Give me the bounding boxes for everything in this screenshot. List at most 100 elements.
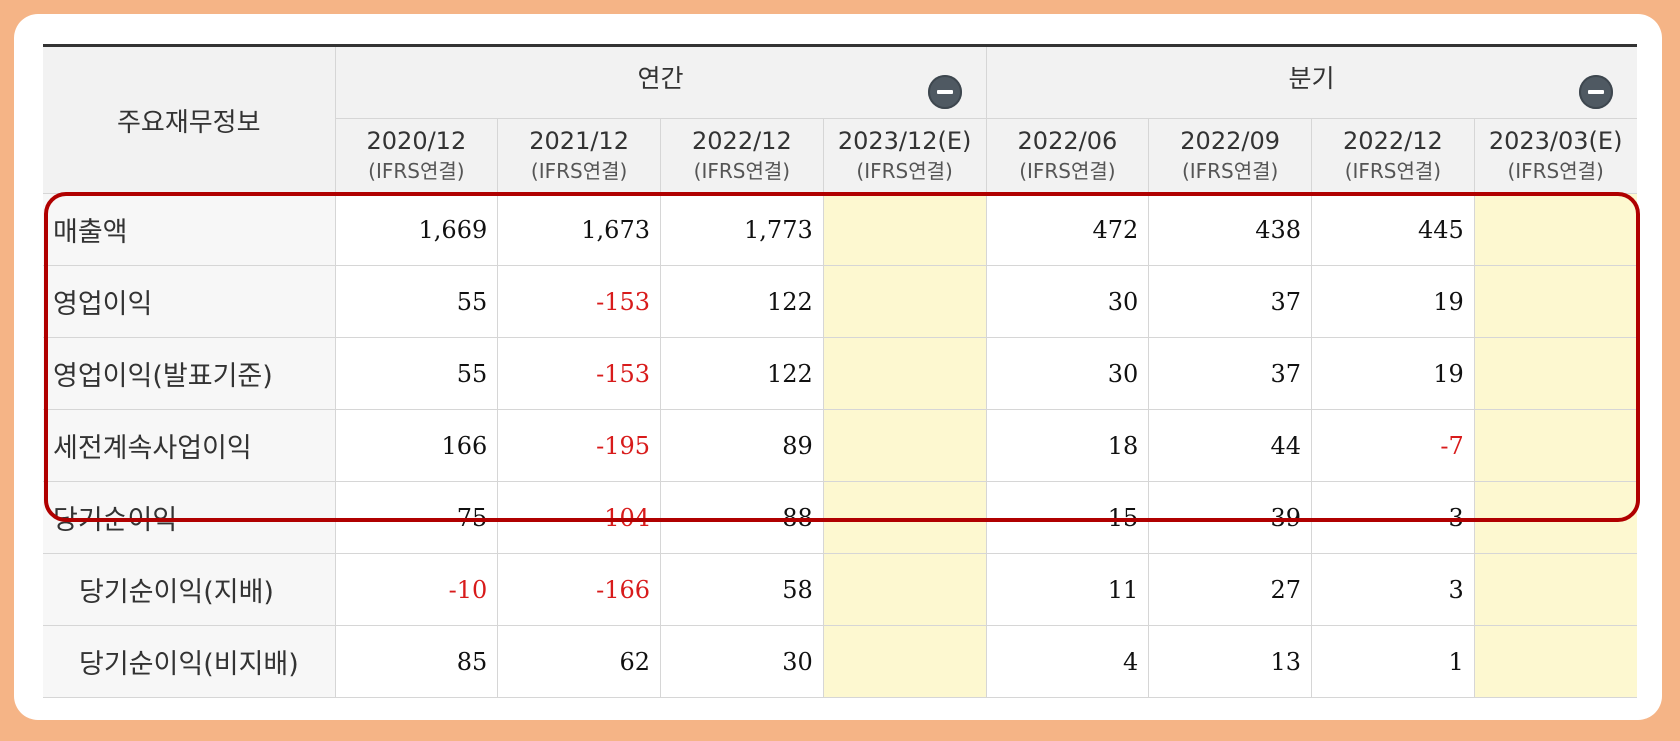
table-cell: -10	[335, 553, 499, 626]
table-cell	[823, 553, 987, 626]
table-row: 영업이익(발표기준) 55 -153 122 30 37 19	[43, 337, 1637, 410]
table-cell: 1,669	[335, 193, 499, 266]
table-cell: 166	[335, 409, 499, 482]
period-type: (IFRS연결)	[693, 159, 791, 183]
table-cell: -153	[497, 337, 661, 410]
table-cell: 30	[986, 265, 1150, 338]
table-cell: 44	[1148, 409, 1313, 482]
table-cell	[1474, 193, 1637, 266]
period-date: 2022/09	[1180, 127, 1280, 155]
table-cell: 37	[1148, 337, 1313, 410]
table-cell: 27	[1148, 553, 1313, 626]
period-date: 2022/12	[1343, 127, 1443, 155]
table-cell: 472	[986, 193, 1150, 266]
table-cell: 11	[986, 553, 1150, 626]
table-cell	[1474, 409, 1637, 482]
table-cell: -104	[497, 481, 661, 554]
table-cell: 445	[1311, 193, 1475, 266]
row-label: 세전계속사업이익	[43, 409, 336, 482]
table-cell: 30	[986, 337, 1150, 410]
table-cell: 37	[1148, 265, 1313, 338]
financial-table-wrap: 주요재무정보 연간 분기 2020/12 (IFRS연결) 2021/12 (IFRS…	[43, 44, 1637, 708]
table-cell: -7	[1311, 409, 1475, 482]
table-cell	[823, 337, 987, 410]
content-panel: 주요재무정보 연간 분기 2020/12 (IFRS연결) 2021/12 (IFRS…	[14, 14, 1662, 720]
period-header: 2020/12 (IFRS연결)	[335, 118, 499, 194]
table-cell: 3	[1311, 481, 1475, 554]
table-cell: 19	[1311, 265, 1475, 338]
table-cell	[823, 265, 987, 338]
table-cell: -166	[497, 553, 661, 626]
table-cell: 30	[660, 625, 824, 698]
group-header-annual: 연간	[335, 47, 987, 119]
period-type: (IFRS연결)	[1344, 159, 1442, 183]
period-type: (IFRS연결)	[856, 159, 953, 183]
period-header: 2021/12 (IFRS연결)	[497, 118, 661, 194]
row-label: 영업이익(발표기준)	[43, 337, 336, 410]
table-cell: 18	[986, 409, 1150, 482]
period-date: 2022/06	[1017, 127, 1118, 155]
table-cell: 62	[497, 625, 661, 698]
table-cell	[1474, 337, 1637, 410]
table-cell: 438	[1148, 193, 1313, 266]
table-cell: 1	[1311, 625, 1475, 698]
minus-circle-icon[interactable]	[927, 75, 962, 109]
row-label: 당기순이익	[43, 481, 336, 554]
corner-label: 주요재무정보	[43, 47, 336, 194]
period-type: (IFRS연결)	[368, 159, 465, 183]
table-cell: 85	[335, 625, 499, 698]
table-row: 매출액 1,669 1,673 1,773 472 438 445	[43, 193, 1637, 266]
row-label: 당기순이익(지배)	[43, 553, 336, 626]
table-cell	[823, 193, 987, 266]
table-cell: 4	[986, 625, 1150, 698]
period-type: (IFRS연결)	[1019, 159, 1116, 183]
table-cell: 19	[1311, 337, 1475, 410]
table-cell: 1,673	[497, 193, 661, 266]
table-cell	[1474, 553, 1637, 626]
table-row: 세전계속사업이익 166 -195 89 18 44 -7	[43, 409, 1637, 482]
group-header-quarterly: 분기	[986, 47, 1637, 119]
table-cell	[1474, 481, 1637, 554]
period-header: 2022/09 (IFRS연결)	[1148, 118, 1313, 194]
group-label-quarterly: 분기	[1288, 63, 1335, 93]
table-cell: 75	[335, 481, 499, 554]
screenshot-frame: 주요재무정보 연간 분기 2020/12 (IFRS연결) 2021/12 (IFRS…	[0, 0, 1680, 741]
table-cell	[1474, 265, 1637, 338]
period-header: 2023/03(E) (IFRS연결)	[1474, 118, 1637, 194]
table-cell	[823, 409, 987, 482]
period-header: 2022/12 (IFRS연결)	[660, 118, 824, 194]
table-row: 영업이익 55 -153 122 30 37 19	[43, 265, 1637, 338]
period-header: 2022/12 (IFRS연결)	[1311, 118, 1475, 194]
period-date: 2022/12	[692, 127, 792, 155]
table-cell: 13	[1148, 625, 1313, 698]
group-label-annual: 연간	[637, 63, 684, 93]
period-header: 2022/06 (IFRS연결)	[986, 118, 1150, 194]
period-header: 2023/12(E) (IFRS연결)	[823, 118, 987, 194]
table-cell	[823, 625, 987, 698]
period-date: 2023/03(E)	[1488, 127, 1623, 155]
period-date: 2020/12	[366, 127, 467, 155]
table-cell: -195	[497, 409, 661, 482]
table-cell: 122	[660, 337, 824, 410]
table-cell: -153	[497, 265, 661, 338]
table-cell	[1474, 625, 1637, 698]
financial-summary-table: 주요재무정보 연간 분기 2020/12 (IFRS연결) 2021/12 (IFRS…	[43, 47, 1637, 698]
period-date: 2021/12	[529, 127, 629, 155]
table-cell: 55	[335, 265, 499, 338]
minus-circle-icon[interactable]	[1578, 75, 1613, 109]
table-cell	[823, 481, 987, 554]
table-row: 당기순이익(비지배) 85 62 30 4 13 1	[43, 625, 1637, 698]
row-label: 매출액	[43, 193, 336, 266]
period-type: (IFRS연결)	[1507, 159, 1604, 183]
period-date: 2023/12(E)	[837, 127, 972, 155]
table-cell: 89	[660, 409, 824, 482]
table-cell: 88	[660, 481, 824, 554]
table-cell: 1,773	[660, 193, 824, 266]
table-cell: 122	[660, 265, 824, 338]
row-label: 영업이익	[43, 265, 336, 338]
table-cell: 39	[1148, 481, 1313, 554]
table-cell: 15	[986, 481, 1150, 554]
table-cell: 55	[335, 337, 499, 410]
period-type: (IFRS연결)	[530, 159, 628, 183]
row-label: 당기순이익(비지배)	[43, 625, 336, 698]
